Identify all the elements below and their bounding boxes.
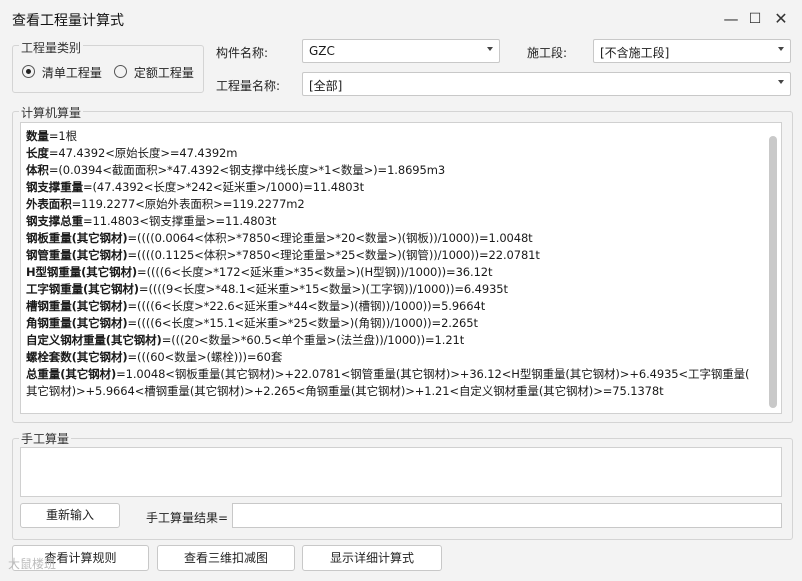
calc-line: 工字钢重量(其它钢材)=((((9<长度>*48.1<延米重>*15<数量>)(… — [26, 282, 508, 296]
component-value: GZC — [309, 44, 335, 58]
qty-name-label: 工程量名称: — [216, 79, 281, 93]
stage-label: 施工段: — [527, 46, 568, 60]
watermark: 大鼠楼班 — [8, 557, 57, 571]
stage-value: [不含施工段] — [600, 46, 670, 60]
component-select[interactable]: GZC — [302, 39, 500, 63]
calc-line: 角钢重量(其它钢材)=((((6<长度>*15.1<延米重>*25<数量>)(角… — [26, 316, 478, 330]
calc-text-area[interactable]: 数量=1根 长度=47.4392<原始长度>=47.4392m 体积=(0.03… — [20, 122, 782, 414]
radio-quota-qty[interactable]: 定额工程量 — [114, 64, 194, 81]
chevron-down-icon — [778, 47, 784, 51]
calc-line: 体积=(0.0394<截面面积>*47.4392<钢支撑中线长度>*1<数量>)… — [26, 163, 446, 177]
calc-line: 钢板重量(其它钢材)=((((0.0064<体积>*7850<理论重量>*20<… — [26, 231, 533, 245]
title-bar: 查看工程量计算式 — ☐ ✕ — [0, 0, 802, 38]
radio-selected-icon[interactable] — [22, 65, 35, 78]
maximize-icon[interactable]: ☐ — [742, 6, 768, 32]
manual-calc-input[interactable] — [20, 447, 782, 497]
calc-line: 钢支撑重量=(47.4392<长度>*242<延米重>/1000)=11.480… — [26, 180, 365, 194]
close-icon[interactable]: ✕ — [768, 6, 794, 32]
reenter-button[interactable]: 重新输入 — [20, 503, 120, 528]
radio-bill-qty-label: 清单工程量 — [41, 66, 102, 80]
calc-line: 钢支撑总重=11.4803<钢支撑重量>=11.4803t — [26, 214, 277, 228]
chevron-down-icon — [487, 47, 493, 51]
stage-select[interactable]: [不含施工段] — [593, 39, 791, 63]
calc-line: 外表面积=119.2277<原始外表面积>=119.2277m2 — [26, 197, 305, 211]
calc-line: 自定义钢材重量(其它钢材)=(((20<数量>*60.5<单个重量>(法兰盘))… — [26, 333, 465, 347]
calc-line: 螺栓套数(其它钢材)=(((60<数量>(螺栓)))=60套 — [26, 350, 283, 364]
show-detail-button[interactable]: 显示详细计算式 — [302, 545, 442, 571]
minimize-icon[interactable]: — — [718, 6, 744, 32]
chevron-down-icon — [778, 80, 784, 84]
radio-quota-qty-label: 定额工程量 — [133, 66, 194, 80]
calc-line: 槽钢重量(其它钢材)=((((6<长度>*22.6<延米重>*44<数量>)(槽… — [26, 299, 486, 313]
calc-line: 数量=1根 — [26, 129, 77, 143]
qty-type-legend: 工程量类别 — [19, 39, 84, 56]
radio-bill-qty[interactable]: 清单工程量 — [22, 64, 102, 81]
manual-result-label: 手工算量结果= — [146, 511, 229, 525]
calc-line: 钢管重量(其它钢材)=((((0.1125<体积>*7850<理论重量>*25<… — [26, 248, 540, 262]
qty-name-value: [全部] — [309, 79, 343, 93]
manual-calc-legend: 手工算量 — [19, 430, 72, 447]
vertical-scrollbar[interactable] — [769, 136, 777, 408]
qty-name-select[interactable]: [全部] — [302, 72, 791, 96]
calc-line: H型钢重量(其它钢材)=((((6<长度>*172<延米重>*35<数量>)(H… — [26, 265, 493, 279]
calc-line: 总重量(其它钢材)=1.0048<钢板重量(其它钢材)>+22.0781<钢管重… — [26, 367, 750, 381]
view-3d-button[interactable]: 查看三维扣减图 — [157, 545, 295, 571]
computer-calc-legend: 计算机算量 — [19, 104, 84, 121]
window-title: 查看工程量计算式 — [12, 13, 124, 29]
calc-line: 长度=47.4392<原始长度>=47.4392m — [26, 146, 238, 160]
calc-line: 其它钢材)>+5.9664<槽钢重量(其它钢材)>+2.265<角钢重量(其它钢… — [26, 384, 664, 398]
component-label: 构件名称: — [216, 46, 269, 60]
radio-unselected-icon[interactable] — [114, 65, 127, 78]
manual-result-field[interactable] — [232, 503, 782, 528]
